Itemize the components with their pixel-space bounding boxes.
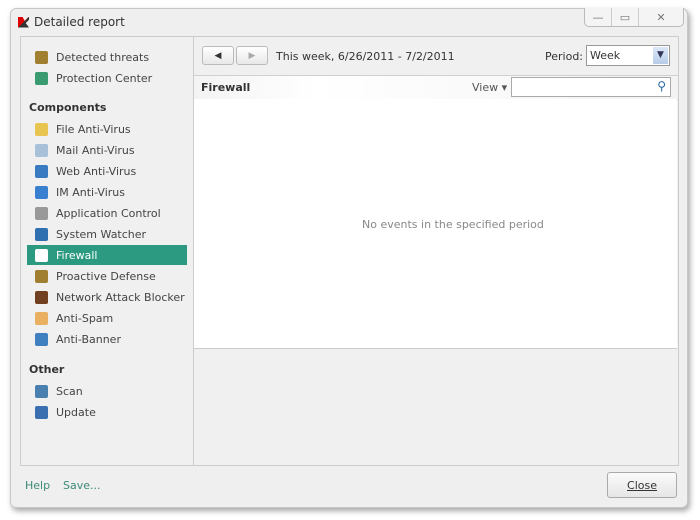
update-icon bbox=[35, 405, 48, 419]
chat-icon bbox=[35, 185, 48, 199]
sidebar-item-anti-banner[interactable]: Anti-Banner bbox=[27, 329, 187, 349]
sidebar-item-label: File Anti-Virus bbox=[56, 122, 131, 136]
shield-icon bbox=[35, 50, 48, 64]
close-button-label: Close bbox=[627, 478, 657, 492]
monitor-icon bbox=[35, 227, 48, 241]
funnel-icon bbox=[35, 206, 48, 220]
close-window-button[interactable]: ✕ bbox=[639, 8, 683, 26]
sidebar-item-label: Detected threats bbox=[56, 50, 150, 64]
help-link[interactable]: Help bbox=[25, 479, 50, 492]
sidebar-item-network-attack-blocker[interactable]: Network Attack Blocker bbox=[27, 287, 187, 307]
sidebar-item-file-anti-virus[interactable]: File Anti-Virus bbox=[27, 119, 187, 139]
folder-icon bbox=[35, 122, 48, 136]
kaspersky-logo-icon bbox=[18, 16, 29, 28]
scan-icon bbox=[35, 384, 48, 398]
spam-icon bbox=[35, 311, 48, 325]
details-pane bbox=[194, 349, 677, 465]
window-title-text: Detailed report bbox=[34, 15, 125, 29]
previous-period-button[interactable]: ◀ bbox=[202, 46, 234, 65]
date-range: This week, 6/26/2011 - 7/2/2011 bbox=[276, 50, 455, 63]
maximize-button[interactable]: ▭ bbox=[612, 8, 639, 26]
sidebar-item-label: Anti-Banner bbox=[56, 332, 121, 346]
sidebar-item-label: Mail Anti-Virus bbox=[56, 143, 135, 157]
sidebar-item-label: Update bbox=[56, 405, 96, 419]
sidebar-item-web-anti-virus[interactable]: Web Anti-Virus bbox=[27, 161, 187, 181]
section-title: Firewall bbox=[201, 81, 251, 94]
window-title: Detailed report bbox=[18, 15, 125, 29]
sidebar-item-protection-center[interactable]: Protection Center bbox=[27, 68, 187, 88]
sidebar-item-label: Firewall bbox=[56, 248, 98, 262]
period-select[interactable]: Week ▼ bbox=[586, 45, 670, 66]
save-link[interactable]: Save... bbox=[63, 479, 101, 492]
minimize-button[interactable]: — bbox=[585, 8, 612, 26]
main-area: ◀ ▶ This week, 6/26/2011 - 7/2/2011 Peri… bbox=[194, 37, 678, 465]
firewall-icon bbox=[35, 248, 48, 262]
sidebar-item-label: IM Anti-Virus bbox=[56, 185, 125, 199]
sidebar-item-label: Application Control bbox=[56, 206, 161, 220]
sidebar-item-label: Anti-Spam bbox=[56, 311, 114, 325]
mail-icon bbox=[35, 143, 48, 157]
sidebar-item-label: Protection Center bbox=[56, 71, 153, 85]
other-heading: Other bbox=[29, 363, 65, 376]
events-list: No events in the specified period bbox=[194, 99, 677, 349]
sidebar-item-mail-anti-virus[interactable]: Mail Anti-Virus bbox=[27, 140, 187, 160]
sidebar-item-firewall[interactable]: Firewall bbox=[27, 245, 187, 265]
sidebar-item-label: Network Attack Blocker bbox=[56, 290, 185, 304]
section-header: Firewall View ▾ ⚲ bbox=[194, 75, 678, 100]
view-menu-button[interactable]: View ▾ bbox=[472, 81, 507, 94]
period-select-value: Week bbox=[590, 49, 621, 62]
sidebar-item-update[interactable]: Update bbox=[27, 402, 187, 422]
sidebar: Detected threats Protection Center Compone… bbox=[21, 37, 194, 465]
report-panel: Detected threats Protection Center Compone… bbox=[20, 36, 679, 466]
sidebar-item-application-control[interactable]: Application Control bbox=[27, 203, 187, 223]
next-period-button[interactable]: ▶ bbox=[236, 46, 268, 65]
banner-icon bbox=[35, 332, 48, 346]
shield-icon bbox=[35, 269, 48, 283]
sidebar-item-label: Web Anti-Virus bbox=[56, 164, 137, 178]
sidebar-item-detected-threats[interactable]: Detected threats bbox=[27, 47, 187, 67]
sidebar-item-im-anti-virus[interactable]: IM Anti-Virus bbox=[27, 182, 187, 202]
close-button[interactable]: Close bbox=[607, 472, 677, 498]
sidebar-item-label: Proactive Defense bbox=[56, 269, 156, 283]
chevron-down-icon[interactable]: ▼ bbox=[653, 47, 668, 64]
shield-green-icon bbox=[35, 71, 48, 85]
sidebar-item-label: Scan bbox=[56, 384, 83, 398]
search-input[interactable]: ⚲ bbox=[511, 77, 671, 97]
sidebar-item-scan[interactable]: Scan bbox=[27, 381, 187, 401]
sidebar-item-label: System Watcher bbox=[56, 227, 147, 241]
sidebar-item-anti-spam[interactable]: Anti-Spam bbox=[27, 308, 187, 328]
period-label: Period: bbox=[545, 50, 584, 63]
empty-message: No events in the specified period bbox=[362, 218, 544, 231]
globe-icon bbox=[35, 164, 48, 178]
components-heading: Components bbox=[29, 101, 107, 114]
window-controls: — ▭ ✕ bbox=[584, 8, 684, 27]
sidebar-item-proactive-defense[interactable]: Proactive Defense bbox=[27, 266, 187, 286]
sidebar-item-system-watcher[interactable]: System Watcher bbox=[27, 224, 187, 244]
network-icon bbox=[35, 290, 48, 304]
search-icon[interactable]: ⚲ bbox=[657, 79, 666, 93]
